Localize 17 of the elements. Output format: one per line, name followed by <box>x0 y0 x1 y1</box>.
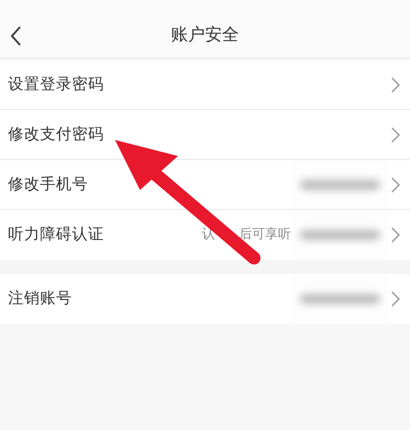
chevron-icon <box>391 176 400 192</box>
settings-row[interactable]: 听力障碍认证 认 后可享听 <box>0 210 410 260</box>
row-hint: 认 <box>202 226 215 244</box>
chevron-icon <box>391 76 400 92</box>
row-label: 设置登录密码 <box>8 74 104 95</box>
chevron-icon <box>391 126 400 142</box>
chevron-icon <box>391 227 400 243</box>
row-label: 注销账号 <box>8 288 72 310</box>
row-hint: 后可享听 <box>239 226 291 244</box>
back-icon[interactable] <box>10 26 22 46</box>
page-title: 账户安全 <box>171 24 239 47</box>
settings-row[interactable]: 注销账号 <box>0 274 410 324</box>
row-label: 修改支付密码 <box>8 124 104 145</box>
chevron-icon <box>391 291 400 307</box>
row-label: 听力障碍认证 <box>8 224 104 246</box>
row-label: 修改手机号 <box>8 174 88 195</box>
settings-row[interactable]: 设置登录密码 <box>0 60 410 110</box>
